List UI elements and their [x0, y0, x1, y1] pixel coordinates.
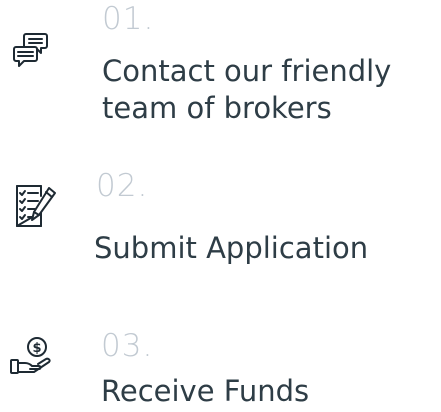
step-title: Receive Funds	[101, 373, 309, 410]
step-title-line: Contact our friendly	[102, 54, 392, 88]
step-title-line: team of brokers	[102, 91, 332, 125]
hand-coin-icon: $	[10, 337, 51, 374]
step-title: Contact our friendly team of brokers	[102, 53, 391, 127]
step-title-line: Receive Funds	[101, 374, 310, 408]
chat-bubbles-icon	[13, 33, 48, 67]
step-number: 02.	[96, 168, 149, 204]
svg-text:$: $	[32, 341, 41, 356]
step-title-line: Submit Application	[94, 231, 369, 265]
step-number: 03.	[101, 328, 154, 364]
step-title: Submit Application	[94, 230, 368, 267]
step-number: 01.	[102, 1, 155, 37]
checklist-pen-icon	[16, 185, 56, 227]
